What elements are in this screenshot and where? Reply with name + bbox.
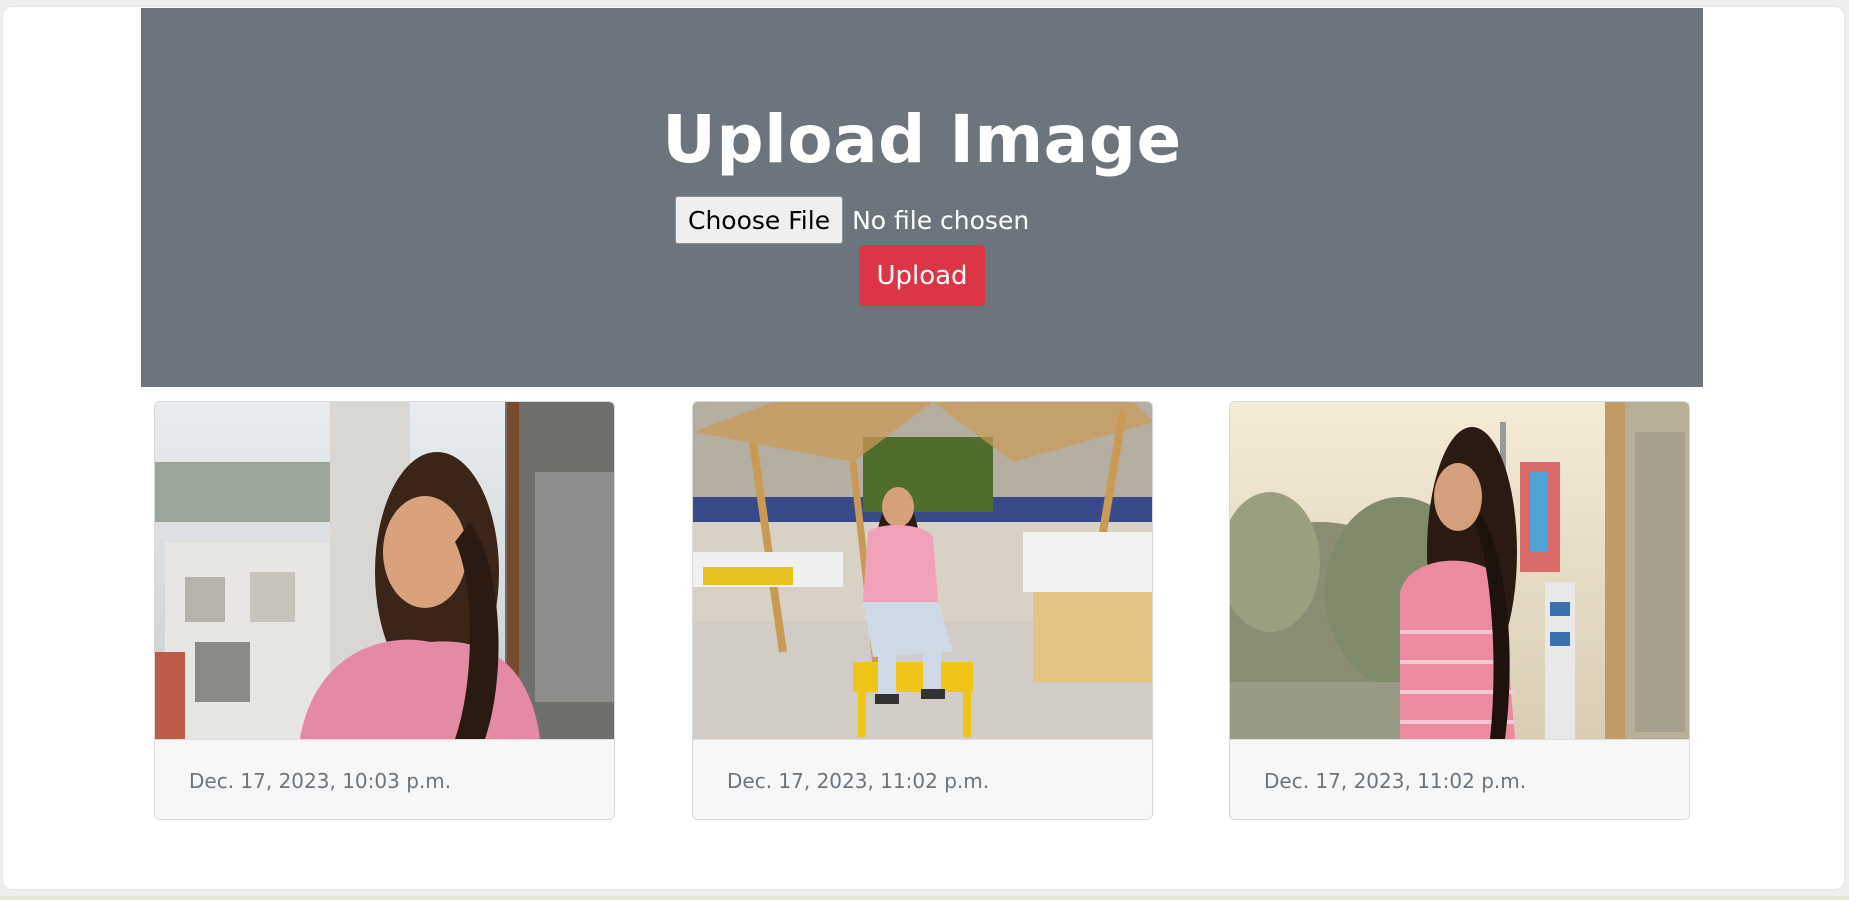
gallery-card[interactable]: Dec. 17, 2023, 11:02 p.m. (1229, 401, 1690, 820)
page-title: Upload Image (662, 101, 1182, 178)
no-file-text: No file chosen (852, 205, 1030, 235)
card-date: Dec. 17, 2023, 11:02 p.m. (1230, 739, 1689, 819)
photo-placeholder-office-seated (693, 402, 1152, 739)
bottom-strip (0, 896, 1849, 900)
gallery-card[interactable]: Dec. 17, 2023, 11:02 p.m. (692, 401, 1153, 820)
gallery-photo[interactable] (155, 402, 614, 739)
gallery-card[interactable]: Dec. 17, 2023, 10:03 p.m. (154, 401, 615, 820)
upload-button[interactable]: Upload (859, 245, 985, 306)
card-date: Dec. 17, 2023, 10:03 p.m. (155, 739, 614, 819)
gallery-photo[interactable] (1230, 402, 1689, 739)
file-input: Choose File No file chosen (675, 196, 1029, 244)
photo-placeholder-portrait-window (155, 402, 614, 739)
photo-placeholder-trees-window (1230, 402, 1689, 739)
gallery-photo[interactable] (693, 402, 1152, 739)
choose-file-button[interactable]: Choose File (675, 196, 844, 244)
card-date: Dec. 17, 2023, 11:02 p.m. (693, 739, 1152, 819)
